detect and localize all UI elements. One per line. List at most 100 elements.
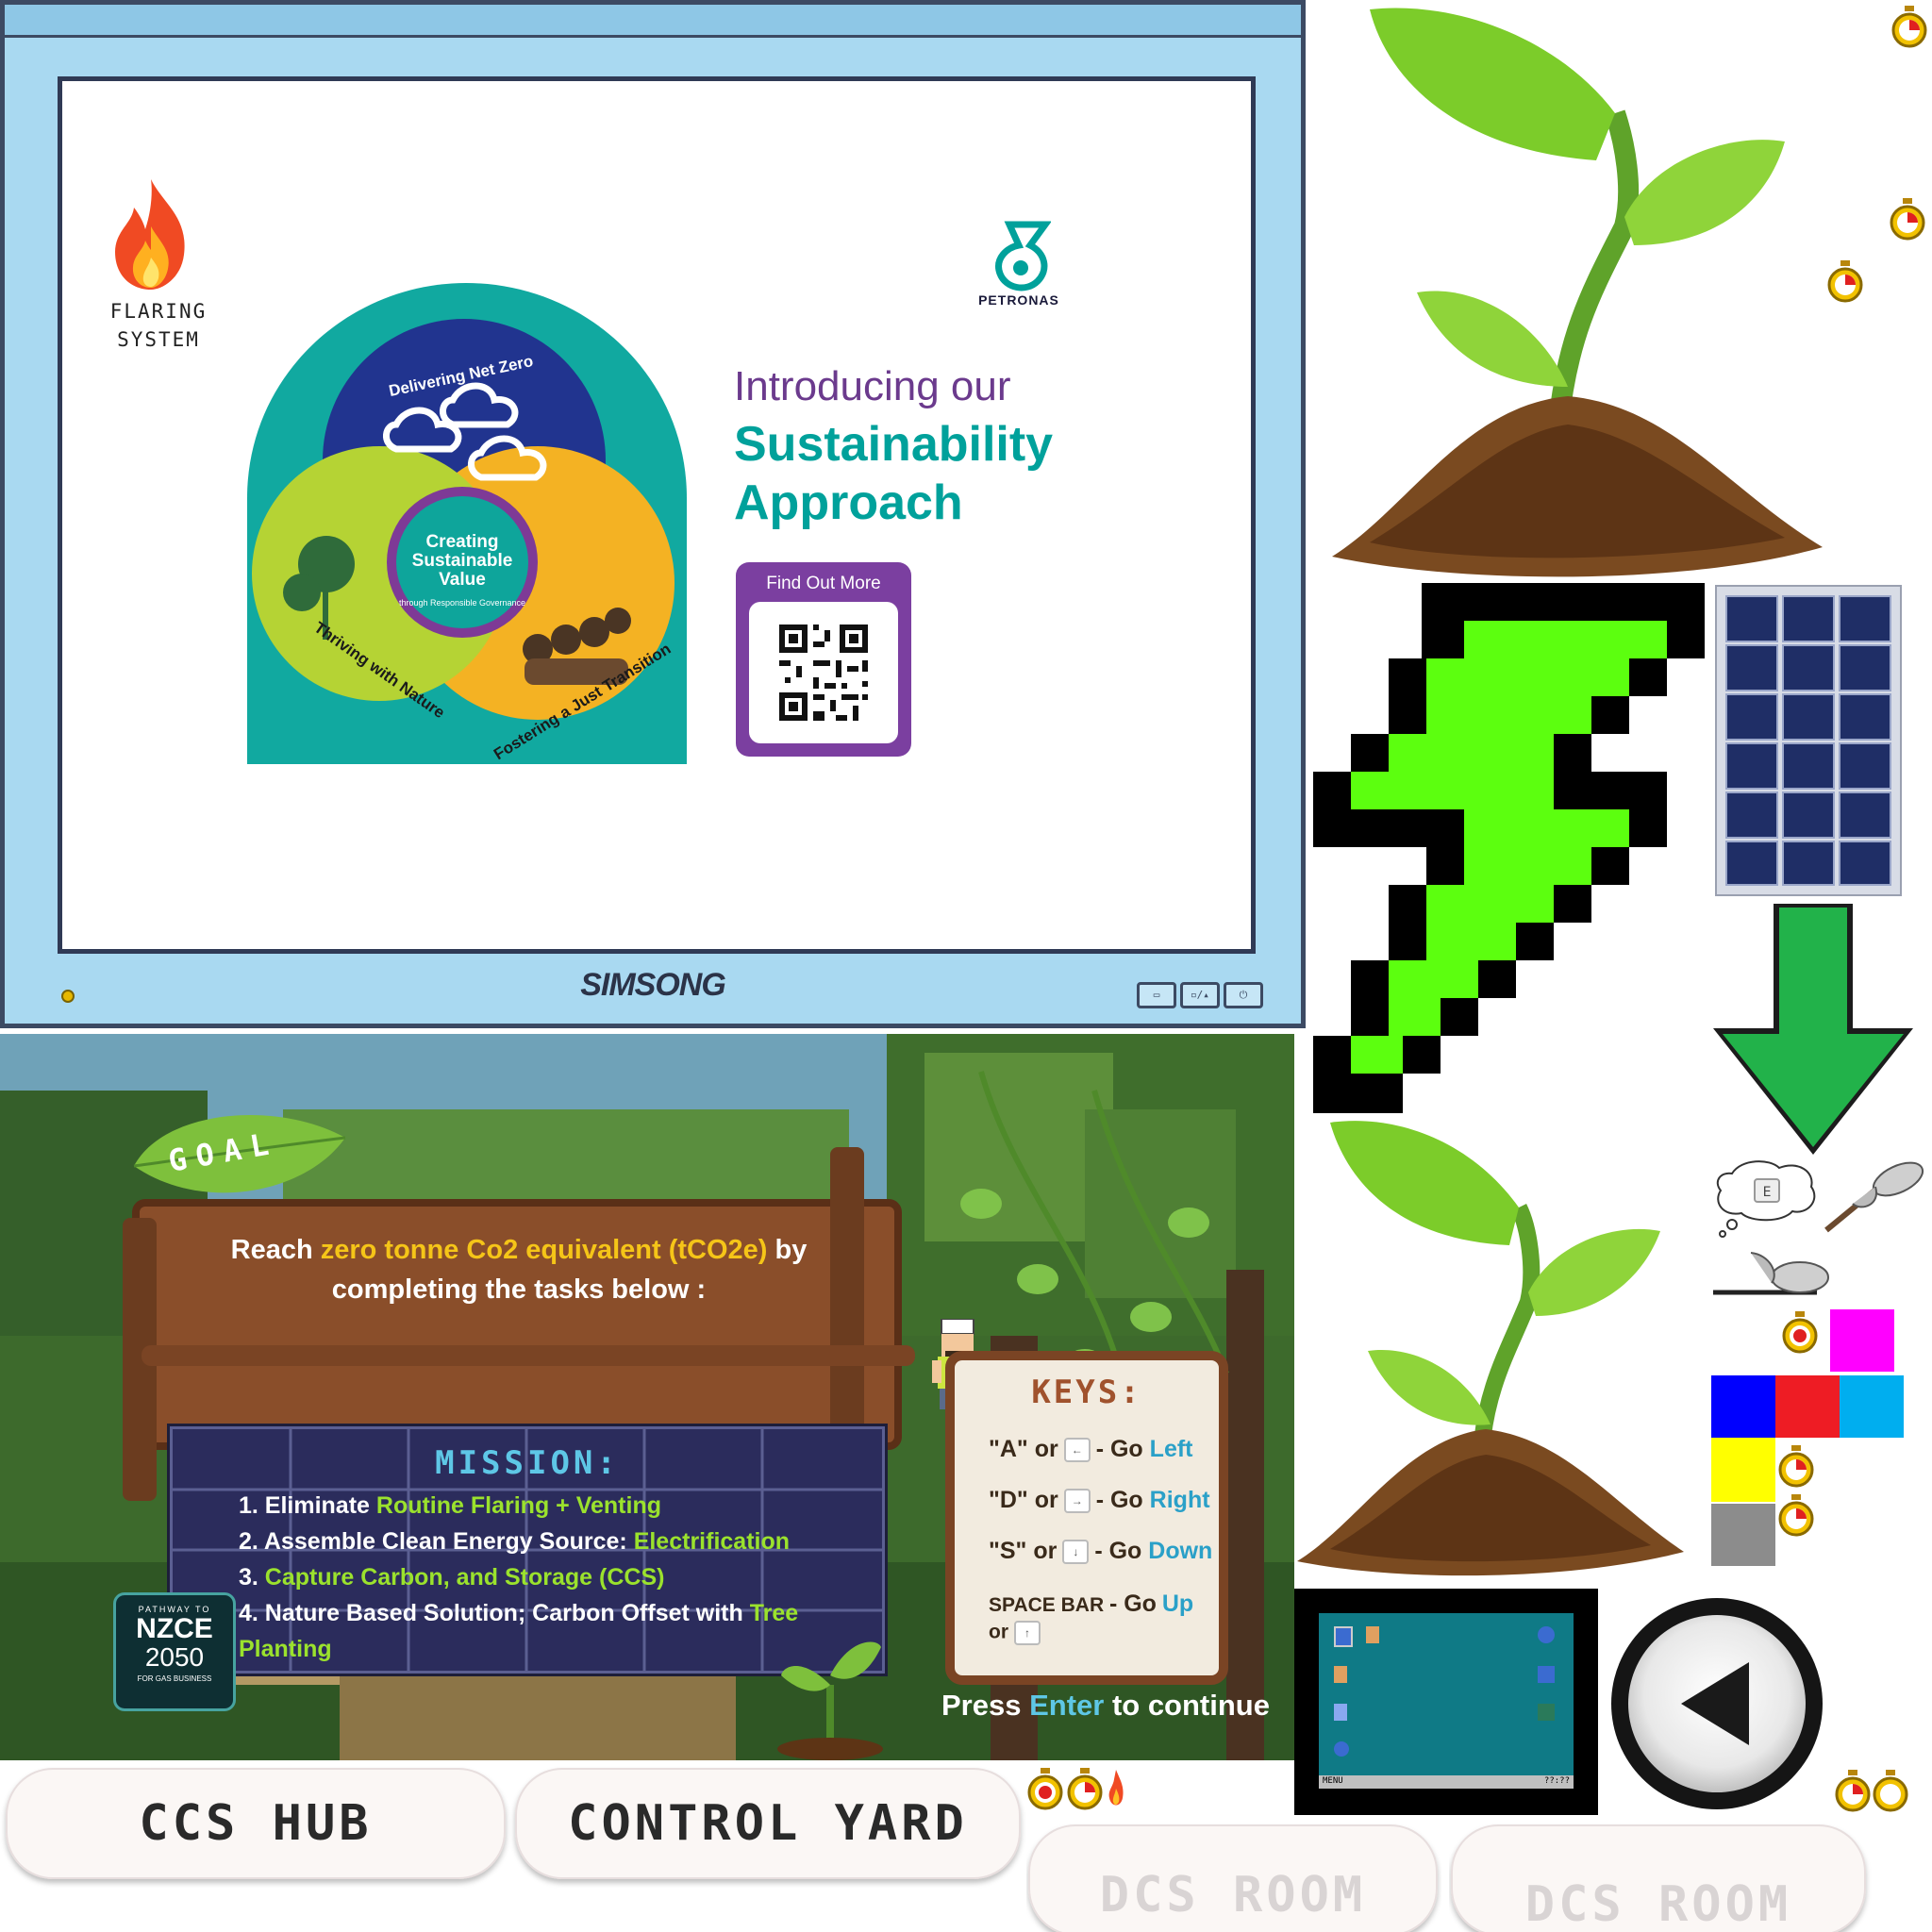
key-row-up-alt: or ↑	[989, 1621, 1046, 1645]
enter-key-label: Enter	[1029, 1689, 1105, 1722]
arrow-left-key-icon: ←	[1063, 1438, 1091, 1463]
flaring-label-line2: SYSTEM	[117, 328, 200, 351]
back-button[interactable]	[1611, 1598, 1823, 1809]
dcs-room-button-2-wrap: DCS ROOM	[1449, 1821, 1872, 1932]
interact-prompt-bubble: E	[1713, 1158, 1819, 1238]
nzce-bottom: FOR GAS BUSINESS	[137, 1674, 212, 1683]
stopwatch-icon	[1778, 1445, 1814, 1488]
desktop-icon	[1538, 1704, 1555, 1721]
nzce-mid: NZCE	[136, 1613, 213, 1644]
mission-item-text: 4. Nature Based Solution; Carbon Offset …	[239, 1600, 750, 1626]
plant-sprite-2-icon	[1297, 1121, 1684, 1576]
stopwatch-icon	[1027, 1768, 1063, 1810]
diagram-center-line1: Creating	[425, 532, 498, 552]
key-row-right: "D" or → - Go Right	[989, 1487, 1210, 1514]
monitor-input-button[interactable]: ▭	[1137, 982, 1176, 1008]
qr-code[interactable]	[749, 602, 898, 743]
key-row-up: SPACE BAR - Go Up	[989, 1591, 1193, 1618]
key-row-left: "A" or ← - Go Left	[989, 1436, 1193, 1463]
start-menu-label: MENU	[1323, 1776, 1343, 1786]
net-tool-2-icon	[1713, 1252, 1829, 1295]
game-intro-screen: GOAL Reach zero tonne Co2 equivalent (tC…	[0, 1034, 1294, 1760]
arrow-down-key-icon: ↓	[1062, 1540, 1090, 1565]
key-label: "A" or	[989, 1436, 1058, 1462]
swatch-yellow	[1711, 1438, 1775, 1502]
heading-line3: Approach	[734, 475, 963, 530]
lightning-bolt-icon	[1313, 583, 1705, 1113]
key-direction: Up	[1161, 1591, 1194, 1617]
key-direction: Right	[1149, 1487, 1210, 1513]
diagram-center-sub: through Responsible Governance	[399, 598, 525, 608]
back-button-face	[1628, 1615, 1806, 1792]
mission-item-highlight: Routine Flaring + Venting	[375, 1492, 661, 1519]
search-icon	[1538, 1666, 1555, 1683]
heading-line2: Sustainability	[734, 417, 1054, 472]
find-out-more-label: Find Out More	[766, 574, 881, 593]
dcs-room-button[interactable]: DCS ROOM	[1028, 1824, 1438, 1932]
heading-intro: Introducing our	[734, 363, 1011, 409]
nzce-badge: PATHWAY TO NZCE 2050 FOR GAS BUSINESS	[113, 1592, 236, 1711]
keys-panel: KEYS: "A" or ← - Go Left "D" or → - Go Right…	[945, 1351, 1228, 1685]
desktop-screen: MENU ??:??	[1319, 1613, 1574, 1789]
key-action: - Go	[1108, 1591, 1157, 1617]
diagram-center-line2: Sustainable	[412, 551, 513, 571]
stopwatch-icon	[1067, 1768, 1103, 1810]
flaring-system-label: FLARING SYSTEM	[92, 297, 225, 354]
continue-prompt[interactable]: Press Enter to continue	[941, 1689, 1270, 1723]
desktop-icon	[1366, 1626, 1379, 1643]
mission-item-highlight: Electrification	[633, 1528, 791, 1555]
key-or-label: or	[989, 1621, 1008, 1643]
mission-item-highlight: Capture Carbon, and Storage (CCS)	[264, 1564, 665, 1591]
net-tool-icon	[1824, 1161, 1924, 1233]
flaring-label-line1: FLARING	[109, 300, 208, 323]
find-out-more-card[interactable]: Find Out More	[736, 562, 911, 757]
continue-post: to continue	[1104, 1689, 1270, 1722]
interact-key-label: E	[1763, 1185, 1772, 1200]
fire-icon[interactable]	[104, 175, 198, 292]
mission-item-text: 2. Assemble Clean Energy Source:	[239, 1528, 634, 1555]
control-yard-button[interactable]: CONTROL YARD	[515, 1768, 1021, 1879]
monitor-power-button[interactable]: ⏻	[1224, 982, 1263, 1008]
gear-icon	[1334, 1741, 1349, 1757]
goal-line1-highlight: zero tonne Co2 equivalent (tCO2e)	[320, 1235, 768, 1265]
key-action: - Go	[1094, 1538, 1142, 1564]
swatch-red	[1775, 1375, 1840, 1438]
monitor-brand: SIMSONG	[580, 967, 726, 1003]
sustainability-diagram: Creating Sustainable Value through Respo…	[247, 283, 687, 764]
keys-title: KEYS:	[1031, 1374, 1142, 1411]
dcs-room-button-wrap: DCS ROOM	[1026, 1821, 1441, 1932]
petronas-wordmark: PETRONAS	[978, 292, 1059, 308]
key-action: - Go	[1095, 1436, 1143, 1462]
key-direction: Left	[1149, 1436, 1193, 1462]
stopwatch-icon	[1890, 198, 1925, 241]
ccs-hub-button[interactable]: CCS HUB	[6, 1768, 506, 1879]
taskbar: MENU ??:??	[1319, 1775, 1574, 1789]
mission-title: MISSION:	[435, 1444, 620, 1482]
arrow-down-icon	[1713, 904, 1913, 1155]
desktop-icon	[1334, 1626, 1353, 1647]
goal-text: Reach zero tonne Co2 equivalent (tCO2e) …	[151, 1230, 887, 1309]
key-row-down: "S" or ↓ - Go Down	[989, 1538, 1212, 1565]
goal-line1-post: by	[767, 1235, 808, 1265]
heading-sustainability: Sustainability Approach	[734, 415, 1053, 532]
arrow-right-key-icon: →	[1063, 1489, 1091, 1514]
stopwatch-icon	[1782, 1311, 1818, 1354]
diagram-center-line3: Value	[439, 570, 486, 590]
dcs-room-button-2[interactable]: DCS ROOM	[1451, 1824, 1866, 1932]
nzce-year: 2050	[144, 1642, 205, 1672]
play-back-icon	[1681, 1662, 1749, 1745]
plant-sprite-icon	[1332, 8, 1823, 577]
mission-item-text: 3.	[239, 1564, 265, 1591]
mission-item: 2. Assemble Clean Energy Source: Electri…	[239, 1524, 882, 1559]
stopwatch-icon	[1891, 6, 1927, 48]
sign-beam	[142, 1345, 915, 1366]
arrow-up-key-icon: ↑	[1014, 1621, 1041, 1645]
key-action: - Go	[1095, 1487, 1143, 1513]
key-label: "D" or	[989, 1487, 1058, 1513]
goal-line2: completing the tasks below :	[331, 1274, 707, 1305]
stopwatch-icon	[1778, 1494, 1814, 1537]
swatch-gray	[1711, 1504, 1775, 1566]
mission-item: 3. Capture Carbon, and Storage (CCS)	[239, 1559, 882, 1595]
monitor-menu-button[interactable]: ▫/▴	[1180, 982, 1220, 1008]
qr-code-icon	[779, 625, 868, 721]
